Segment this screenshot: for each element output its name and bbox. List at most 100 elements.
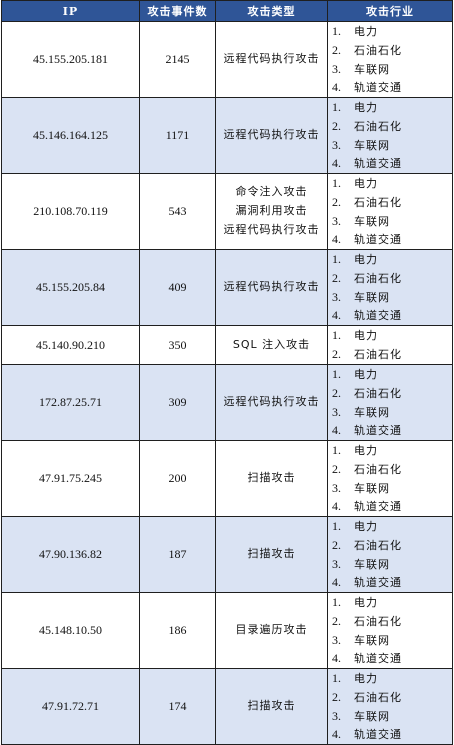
industry-list-item: 1. 电力 [332, 250, 452, 269]
table-row: 47.91.72.71 174 扫描攻击 1. 电力 2. 石油石化 3. 车联网 4. 轨道交通 [1, 668, 453, 745]
industry-list-item: 3. 车联网 [332, 555, 452, 574]
industry-item-number: 3. [332, 289, 341, 304]
industry-list-item: 4. 轨道交通 [332, 497, 452, 516]
industry-item-label: 石油石化 [354, 690, 402, 704]
industry-item-number: 3. [332, 708, 341, 723]
header-industry: 攻击行业 [327, 0, 453, 22]
cell-ip: 47.90.136.82 [1, 516, 140, 593]
table-row: 47.90.136.82 187 扫描攻击 1. 电力 2. 石油石化 3. 车联网 4. 轨道交通 [1, 516, 453, 593]
industry-item-label: 车联网 [354, 633, 390, 647]
industry-item-number: 2. [332, 194, 341, 209]
cell-ip: 210.108.70.119 [1, 173, 140, 250]
industry-list-item: 4. 轨道交通 [332, 573, 452, 592]
industry-list-item: 1. 电力 [332, 365, 452, 384]
industry-item-number: 1. [332, 100, 341, 115]
industry-list-item: 3. 车联网 [332, 403, 452, 422]
industry-item-number: 2. [332, 461, 341, 476]
cell-ip: 45.140.90.210 [1, 325, 140, 365]
attack-type-line: 扫描攻击 [247, 471, 296, 485]
table-row: 45.140.90.210 350 SQL 注入攻击 1. 电力 2. 石油石化 [1, 325, 453, 365]
attack-ip-table-container: IP 攻击事件数 攻击类型 攻击行业 45.155.205.181 2145 远程代… [1, 0, 453, 745]
cell-ip: 172.87.25.71 [1, 364, 140, 441]
table-row: 45.148.10.50 186 目录遍历攻击 1. 电力 2. 石油石化 3. 车联网 4. 轨道… [1, 592, 453, 669]
industry-item-number: 4. [332, 156, 341, 171]
industry-item-number: 3. [332, 213, 341, 228]
industry-item-number: 3. [332, 632, 341, 647]
industry-item-label: 电力 [354, 444, 378, 458]
cell-industry-list: 1. 电力 2. 石油石化 3. 车联网 4. 轨道交通 [327, 592, 453, 669]
cell-event-count: 2145 [139, 21, 216, 98]
industry-item-number: 4. [332, 575, 341, 590]
cell-industry-list: 1. 电力 2. 石油石化 3. 车联网 4. 轨道交通 [327, 440, 453, 517]
industry-item-label: 车联网 [354, 557, 390, 571]
industry-list-item: 4. 轨道交通 [332, 421, 452, 440]
industry-item-number: 1. [332, 671, 341, 686]
industry-list-item: 4. 轨道交通 [332, 725, 452, 744]
industry-item-number: 4. [332, 727, 341, 742]
industry-item-label: 轨道交通 [354, 576, 402, 590]
industry-list-item: 1. 电力 [332, 441, 452, 460]
cell-attack-type: 远程代码执行攻击 [215, 97, 328, 174]
industry-item-label: 车联网 [354, 290, 390, 304]
table-header-row: IP 攻击事件数 攻击类型 攻击行业 [1, 0, 453, 22]
table-body: 45.155.205.181 2145 远程代码执行攻击 1. 电力 2. 石油石化 3. 车联… [1, 21, 453, 745]
cell-event-count: 187 [139, 516, 216, 593]
industry-item-label: 石油石化 [354, 43, 402, 57]
industry-item-label: 电力 [354, 177, 378, 191]
industry-item-label: 车联网 [354, 405, 390, 419]
industry-item-number: 1. [332, 328, 341, 343]
industry-list-item: 2. 石油石化 [332, 41, 452, 60]
industry-item-label: 车联网 [354, 138, 390, 152]
cell-ip: 47.91.72.71 [1, 668, 140, 745]
cell-ip: 45.146.164.125 [1, 97, 140, 174]
cell-event-count: 409 [139, 249, 216, 326]
industry-item-label: 石油石化 [354, 348, 402, 361]
industry-item-label: 轨道交通 [354, 233, 402, 247]
industry-item-label: 轨道交通 [354, 157, 402, 171]
industry-item-number: 4. [332, 423, 341, 438]
industry-item-label: 车联网 [354, 62, 390, 76]
cell-industry-list: 1. 电力 2. 石油石化 3. 车联网 4. 轨道交通 [327, 516, 453, 593]
cell-event-count: 543 [139, 173, 216, 250]
cell-attack-type: 远程代码执行攻击 [215, 249, 328, 326]
industry-item-label: 电力 [354, 25, 378, 39]
industry-item-number: 2. [332, 347, 341, 361]
industry-item-number: 4. [332, 651, 341, 666]
industry-item-number: 3. [332, 404, 341, 419]
header-ip: IP [1, 0, 140, 22]
industry-list-item: 2. 石油石化 [332, 193, 452, 212]
industry-list-item: 1. 电力 [332, 22, 452, 41]
cell-industry-list: 1. 电力 2. 石油石化 3. 车联网 4. 轨道交通 [327, 173, 453, 250]
industry-list-item: 3. 车联网 [332, 479, 452, 498]
industry-item-label: 电力 [354, 101, 378, 115]
industry-list-item: 2. 石油石化 [332, 345, 452, 364]
cell-attack-type: 扫描攻击 [215, 440, 328, 517]
industry-item-number: 4. [332, 499, 341, 514]
industry-item-label: 车联网 [354, 709, 390, 723]
industry-item-number: 2. [332, 613, 341, 628]
attack-ip-table: IP 攻击事件数 攻击类型 攻击行业 45.155.205.181 2145 远程代… [1, 0, 453, 745]
industry-list-item: 3. 车联网 [332, 288, 452, 307]
industry-item-number: 4. [332, 80, 341, 95]
industry-list-item: 3. 车联网 [332, 212, 452, 231]
attack-type-line: 扫描攻击 [247, 547, 296, 561]
cell-ip: 47.91.75.245 [1, 440, 140, 517]
industry-list-item: 2. 石油石化 [332, 688, 452, 707]
industry-item-label: 石油石化 [354, 538, 402, 552]
industry-list-item: 4. 轨道交通 [332, 78, 452, 97]
industry-item-label: 电力 [354, 596, 378, 610]
industry-item-label: 轨道交通 [354, 728, 402, 742]
industry-list-item: 1. 电力 [332, 326, 452, 345]
industry-item-label: 轨道交通 [354, 652, 402, 666]
industry-list-item: 2. 石油石化 [332, 269, 452, 288]
industry-item-label: 电力 [354, 329, 378, 343]
industry-item-number: 3. [332, 556, 341, 571]
industry-list-item: 4. 轨道交通 [332, 649, 452, 668]
industry-item-number: 1. [332, 595, 341, 610]
attack-type-line: 命令注入攻击 [235, 185, 308, 199]
industry-item-number: 2. [332, 270, 341, 285]
header-count: 攻击事件数 [139, 0, 216, 22]
industry-item-number: 2. [332, 689, 341, 704]
cell-attack-type: 命令注入攻击 漏洞利用攻击 远程代码执行攻击 [215, 173, 328, 250]
industry-list-item: 4. 轨道交通 [332, 306, 452, 325]
